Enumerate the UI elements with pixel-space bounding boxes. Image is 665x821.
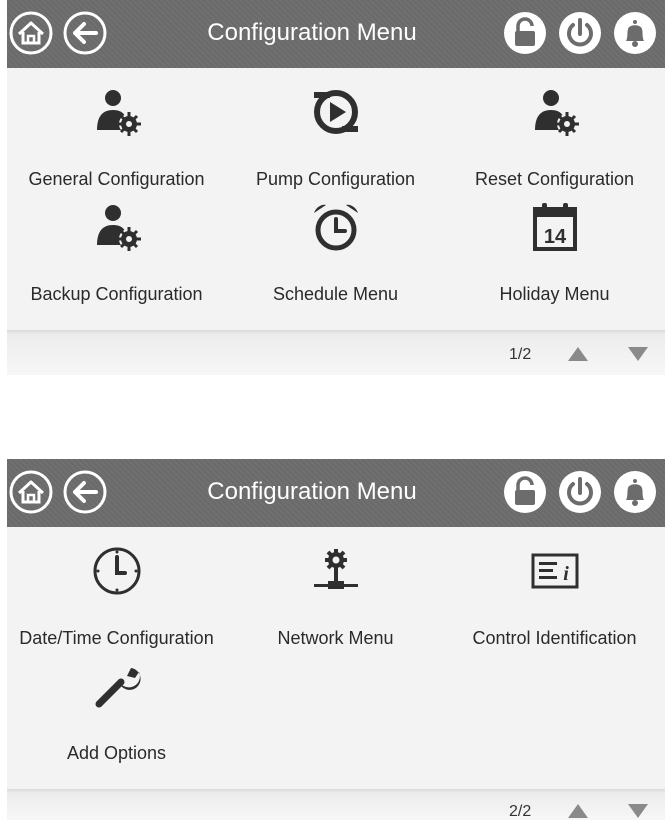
menu-item-label: Schedule Menu xyxy=(272,284,399,304)
back-button[interactable] xyxy=(62,469,108,515)
wrench-icon xyxy=(91,660,143,712)
back-button[interactable] xyxy=(62,10,108,56)
menu-item-label: Holiday Menu xyxy=(499,284,610,304)
calendar-icon: 14 xyxy=(529,201,581,253)
lock-button[interactable] xyxy=(502,10,548,56)
menu-item-backup-configuration[interactable]: Backup Configuration xyxy=(7,183,226,304)
page-down-button[interactable] xyxy=(627,803,649,819)
menu-item-control-identification[interactable]: Control Identification xyxy=(445,527,664,648)
menu-grid: General Configuration Pump Configuration… xyxy=(7,68,665,330)
home-button[interactable] xyxy=(8,469,54,515)
pump-icon xyxy=(310,86,362,138)
calendar-day-number: 14 xyxy=(544,226,567,248)
home-icon xyxy=(8,469,54,515)
page-indicator: 2/2 xyxy=(509,803,532,820)
menu-item-network-menu[interactable]: Network Menu xyxy=(226,527,445,648)
clock-icon xyxy=(91,545,143,597)
menu-item-general-configuration[interactable]: General Configuration xyxy=(7,68,226,189)
bell-icon xyxy=(612,469,658,515)
page-up-button[interactable] xyxy=(567,346,589,362)
network-icon xyxy=(310,545,362,597)
menu-item-label: Network Menu xyxy=(277,628,394,648)
pagination-bar: 1/2 xyxy=(7,330,665,375)
menu-item-label: Backup Configuration xyxy=(30,284,203,304)
page-indicator: 1/2 xyxy=(509,346,532,363)
triangle-up-icon xyxy=(567,803,589,819)
back-arrow-icon xyxy=(62,469,108,515)
triangle-down-icon xyxy=(627,346,649,362)
triangle-down-icon xyxy=(627,803,649,819)
lock-icon xyxy=(502,469,548,515)
user-gear-icon xyxy=(91,86,143,138)
menu-item-reset-configuration[interactable]: Reset Configuration xyxy=(445,68,664,189)
menu-item-label: Control Identification xyxy=(472,628,637,648)
lock-button[interactable] xyxy=(502,469,548,515)
alarm-bell-button[interactable] xyxy=(612,469,658,515)
page-title: Configuration Menu xyxy=(207,19,417,46)
menu-item-label: Add Options xyxy=(66,743,167,763)
menu-item-holiday-menu[interactable]: 14 Holiday Menu xyxy=(445,183,664,304)
power-icon xyxy=(557,469,603,515)
page-up-button[interactable] xyxy=(567,803,589,819)
bell-icon xyxy=(612,10,658,56)
user-gear-icon xyxy=(91,201,143,253)
menu-grid: Date/Time Configuration Network Menu Con… xyxy=(7,527,665,789)
header-bar: Configuration Menu xyxy=(7,459,665,527)
menu-item-date-time-configuration[interactable]: Date/Time Configuration xyxy=(7,527,226,648)
info-card-icon xyxy=(529,545,581,597)
alarm-clock-icon xyxy=(310,201,362,253)
menu-item-add-options[interactable]: Add Options xyxy=(7,642,226,763)
menu-item-pump-configuration[interactable]: Pump Configuration xyxy=(226,68,445,189)
config-screen-page-2: Configuration Menu Date/Time Configurati… xyxy=(7,459,665,820)
page-down-button[interactable] xyxy=(627,346,649,362)
header-bar: Configuration Menu xyxy=(7,0,665,68)
pagination-bar: 2/2 xyxy=(7,789,665,820)
back-arrow-icon xyxy=(62,10,108,56)
home-icon xyxy=(8,10,54,56)
menu-item-schedule-menu[interactable]: Schedule Menu xyxy=(226,183,445,304)
power-button[interactable] xyxy=(557,469,603,515)
page-title: Configuration Menu xyxy=(207,478,417,505)
power-icon xyxy=(557,10,603,56)
power-button[interactable] xyxy=(557,10,603,56)
alarm-bell-button[interactable] xyxy=(612,10,658,56)
lock-icon xyxy=(502,10,548,56)
triangle-up-icon xyxy=(567,346,589,362)
user-gear-icon xyxy=(529,86,581,138)
config-screen-page-1: Configuration Menu General Configuration… xyxy=(7,0,665,375)
home-button[interactable] xyxy=(8,10,54,56)
